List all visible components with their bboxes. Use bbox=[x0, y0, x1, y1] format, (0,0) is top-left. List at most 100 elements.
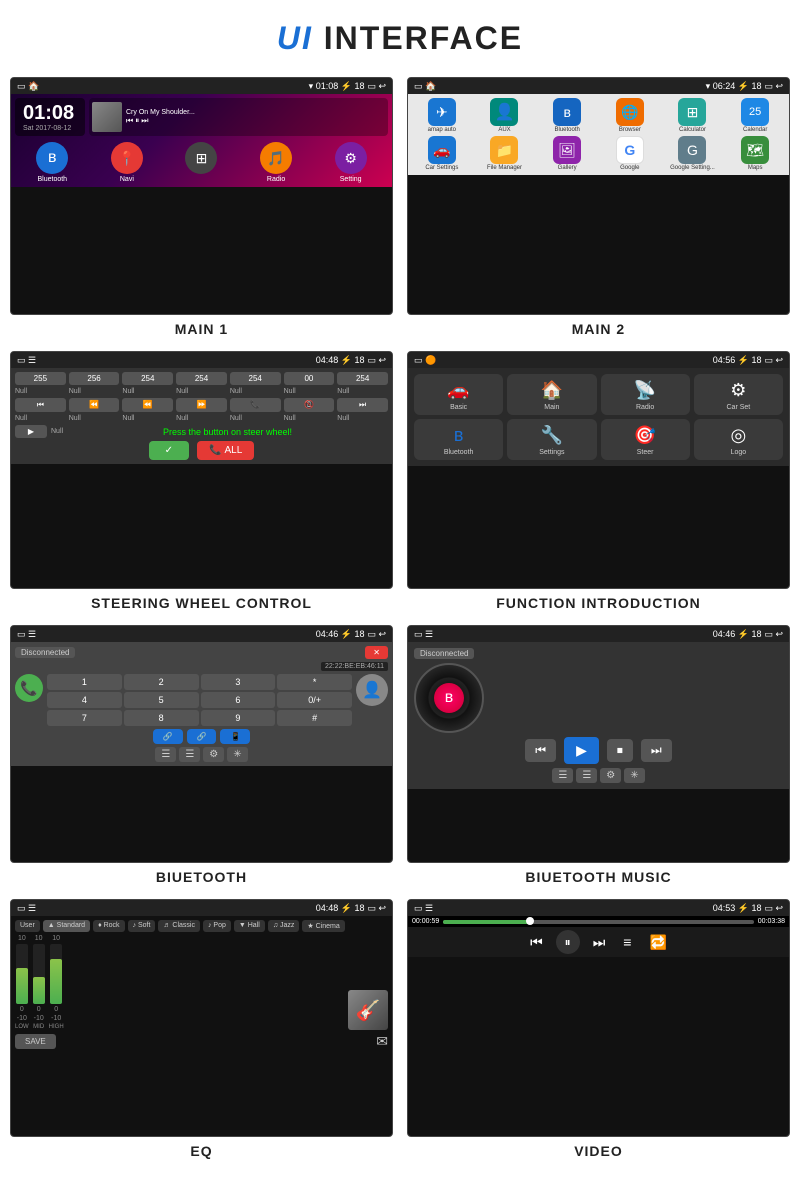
eq-preset-soft[interactable]: ♪ Soft bbox=[128, 920, 156, 932]
sw-btn-rev[interactable]: ⏪ bbox=[69, 398, 120, 412]
eq-preset-user[interactable]: User bbox=[15, 920, 40, 932]
sw-btn-254-3[interactable]: 254 bbox=[230, 372, 281, 385]
app-icon-bluetooth[interactable]: ʙ Bluetooth bbox=[36, 142, 68, 183]
app-browser[interactable]: 🌐 Browser bbox=[600, 98, 660, 133]
sw-btn-prev[interactable]: ⏮ bbox=[15, 398, 66, 412]
app-icon-radio[interactable]: 🎵 Radio bbox=[260, 142, 292, 183]
dial-6[interactable]: 6 bbox=[201, 692, 276, 708]
video-list-icon[interactable]: ≡ bbox=[618, 932, 636, 952]
video-progress-fill bbox=[443, 920, 530, 924]
radio-icon-circle: 🎵 bbox=[260, 142, 292, 174]
function-label: FUNCTION INTRODUCTION bbox=[496, 595, 701, 611]
bt-bar-4[interactable]: ✳ bbox=[227, 747, 247, 762]
app-amap[interactable]: ✈ amap auto bbox=[412, 98, 472, 133]
dialpad-grid: 1 2 3 * 4 5 6 0/+ 7 8 9 # bbox=[47, 674, 352, 726]
eq-preset-rock[interactable]: ♦ Rock bbox=[93, 920, 124, 932]
btm-prev-button[interactable]: ⏮ bbox=[525, 739, 556, 762]
btm-bar-4[interactable]: ✳ bbox=[624, 768, 644, 783]
sw-confirm-button[interactable]: ✓ bbox=[149, 441, 189, 460]
app-icon-settings[interactable]: ⚙ Setting bbox=[335, 142, 367, 183]
dial-star[interactable]: * bbox=[277, 674, 352, 690]
eq-preset-classic[interactable]: ♬ Classic bbox=[158, 920, 200, 932]
eq-preset-pop[interactable]: ♪ Pop bbox=[203, 920, 231, 932]
func-bluetooth[interactable]: ʙ Bluetooth bbox=[414, 419, 503, 460]
sw-btn-254-1[interactable]: 254 bbox=[122, 372, 173, 385]
sw-btn-call[interactable]: 📞 bbox=[230, 398, 281, 412]
bt-bar-3[interactable]: ⚙ bbox=[203, 747, 224, 762]
func-carset[interactable]: ⚙ Car Set bbox=[694, 374, 783, 415]
app-icon-apps[interactable]: ⊞ bbox=[185, 142, 217, 183]
video-time-current: 00:00:59 bbox=[412, 918, 439, 925]
clock-widget: 01:08 Sat 2017-08-12 bbox=[15, 98, 85, 136]
bt-bar-1[interactable]: ☰ bbox=[155, 747, 176, 762]
dial-hash[interactable]: # bbox=[277, 710, 352, 726]
dial-1[interactable]: 1 bbox=[47, 674, 122, 690]
video-next-button[interactable]: ⏭ bbox=[588, 932, 611, 953]
app-googlesetting[interactable]: G Google Setting... bbox=[663, 136, 723, 171]
func-settings[interactable]: 🔧 Settings bbox=[507, 419, 596, 460]
func-basic[interactable]: 🚗 Basic bbox=[414, 374, 503, 415]
app-gallery[interactable]: 🖼 Gallery bbox=[537, 136, 597, 171]
app-aux[interactable]: 👤 AUX bbox=[475, 98, 535, 133]
dial-7[interactable]: 7 bbox=[47, 710, 122, 726]
dial-2[interactable]: 2 bbox=[124, 674, 199, 690]
status-bar-main2: ▭ 🏠 ▾ 06:24 ⚡ 18 ▭ ↩ bbox=[408, 78, 789, 94]
music-controls: ⏮ ⏸ ⏭ bbox=[126, 116, 385, 126]
sw-call-button[interactable]: 📞 ALL bbox=[197, 441, 254, 460]
eq-preset-cinema[interactable]: ★ Cinema bbox=[302, 920, 344, 932]
dial-9[interactable]: 9 bbox=[201, 710, 276, 726]
cell-main1: ▭ 🏠 ▾ 01:08 ⚡ 18 ▭ ↩ 01:08 Sat 2017-08-1… bbox=[10, 77, 393, 337]
sw-btn-extra[interactable]: ▶ bbox=[15, 425, 47, 438]
func-radio[interactable]: 📡 Radio bbox=[601, 374, 690, 415]
btm-next-button[interactable]: ⏭ bbox=[641, 739, 672, 762]
btm-bar-1[interactable]: ☰ bbox=[552, 768, 573, 783]
app-bluetooth[interactable]: ʙ Bluetooth bbox=[537, 98, 597, 133]
sw-btn-rew[interactable]: ⏪ bbox=[122, 398, 173, 412]
sw-btn-00[interactable]: 00 bbox=[284, 372, 335, 385]
bt-action-row: 🔗 🔗 📱 bbox=[15, 729, 388, 744]
sw-btn-endcall[interactable]: 📵 bbox=[284, 398, 335, 412]
func-steer[interactable]: 🎯 Steer bbox=[601, 419, 690, 460]
sw-btn-fwd[interactable]: ⏩ bbox=[176, 398, 227, 412]
btm-bar-2[interactable]: ☰ bbox=[576, 768, 597, 783]
app-calculator[interactable]: ⊞ Calculator bbox=[663, 98, 723, 133]
sw-btn-254-2[interactable]: 254 bbox=[176, 372, 227, 385]
app-icon-navi[interactable]: 📍 Navi bbox=[111, 142, 143, 183]
bt-unlink-button[interactable]: 🔗 bbox=[187, 729, 217, 744]
dial-8[interactable]: 8 bbox=[124, 710, 199, 726]
dial-0plus[interactable]: 0/+ bbox=[277, 692, 352, 708]
video-prev-button[interactable]: ⏮ bbox=[525, 932, 548, 953]
bt-mobile-button[interactable]: 📱 bbox=[220, 729, 250, 744]
app-maps[interactable]: 🗺 Maps bbox=[725, 136, 785, 171]
video-play-button[interactable]: ⏸ bbox=[556, 930, 580, 954]
btm-stop-button[interactable]: ⏹ bbox=[607, 739, 633, 762]
eq-preset-standard[interactable]: ▲ Standard bbox=[43, 920, 90, 932]
bt-call-button[interactable]: 📞 bbox=[15, 674, 43, 702]
app-filemanager[interactable]: 📁 File Manager bbox=[475, 136, 535, 171]
dial-5[interactable]: 5 bbox=[124, 692, 199, 708]
dial-4[interactable]: 4 bbox=[47, 692, 122, 708]
eq-sliders: 10 0 -10 LOW 10 bbox=[15, 935, 344, 1030]
btm-play-button[interactable]: ▶ bbox=[564, 737, 599, 764]
func-grid: 🚗 Basic 🏠 Main 📡 Radio ⚙ Car Set bbox=[414, 374, 783, 460]
video-progress-bar[interactable] bbox=[443, 920, 754, 924]
video-repeat-icon[interactable]: 🔁 bbox=[644, 932, 671, 953]
btm-bar-3[interactable]: ⚙ bbox=[600, 768, 621, 783]
eq-preset-hall[interactable]: ▼ Hall bbox=[234, 920, 265, 932]
func-logo[interactable]: ◎ Logo bbox=[694, 419, 783, 460]
eq-save-button[interactable]: SAVE bbox=[15, 1034, 56, 1049]
dial-3[interactable]: 3 bbox=[201, 674, 276, 690]
bt-end-call-button[interactable]: ✕ bbox=[365, 646, 388, 659]
func-main[interactable]: 🏠 Main bbox=[507, 374, 596, 415]
bt-link-button[interactable]: 🔗 bbox=[153, 729, 183, 744]
sw-btn-256[interactable]: 256 bbox=[69, 372, 120, 385]
eq-share-icon[interactable]: ✉ bbox=[376, 1033, 388, 1050]
app-google[interactable]: G Google bbox=[600, 136, 660, 171]
sw-btn-next[interactable]: ⏭ bbox=[337, 398, 388, 412]
eq-preset-jazz[interactable]: ♫ Jazz bbox=[268, 920, 300, 932]
sw-btn-254-4[interactable]: 254 bbox=[337, 372, 388, 385]
sw-btn-255-1[interactable]: 255 bbox=[15, 372, 66, 385]
app-carsettings[interactable]: 🚗 Car Settings bbox=[412, 136, 472, 171]
bt-bar-2[interactable]: ☰ bbox=[179, 747, 200, 762]
app-calendar[interactable]: 25 Calendar bbox=[725, 98, 785, 133]
